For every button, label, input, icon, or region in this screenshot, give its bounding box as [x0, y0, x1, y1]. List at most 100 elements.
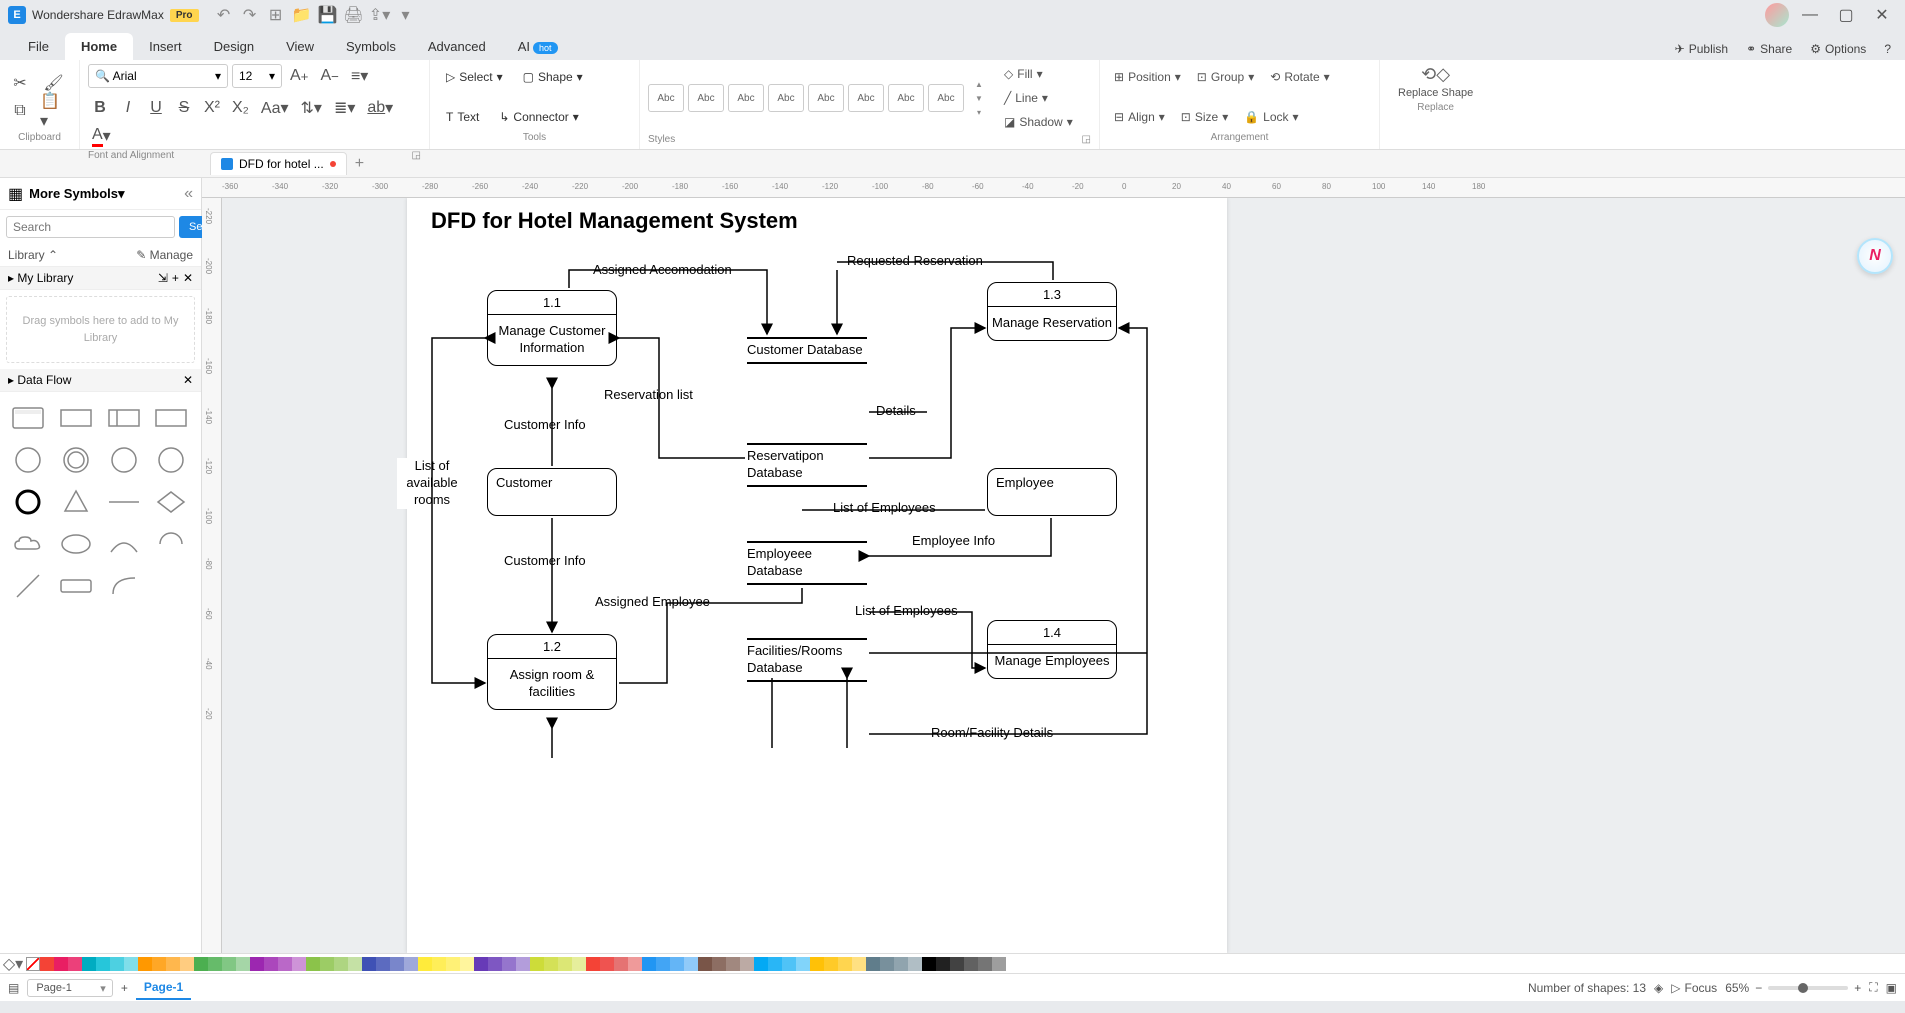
lock-button[interactable]: 🔒 Lock ▾	[1238, 107, 1304, 127]
color-swatch[interactable]	[152, 957, 166, 971]
color-swatch[interactable]	[740, 957, 754, 971]
library-dropzone[interactable]: Drag symbols here to add to My Library	[6, 296, 195, 363]
color-swatch[interactable]	[698, 957, 712, 971]
style-swatch-7[interactable]: Abc	[888, 84, 924, 112]
help-button[interactable]: ?	[1878, 38, 1897, 60]
color-swatch[interactable]	[404, 957, 418, 971]
line-spacing-button[interactable]: ⇅▾	[297, 96, 326, 120]
shape-external[interactable]	[151, 400, 191, 436]
color-swatch[interactable]	[362, 957, 376, 971]
shape-arc[interactable]	[104, 526, 144, 562]
color-swatch[interactable]	[754, 957, 768, 971]
close-dataflow-icon[interactable]: ✕	[183, 373, 193, 387]
superscript-button[interactable]: X²	[200, 96, 224, 120]
add-page-button[interactable]: +	[121, 981, 128, 995]
line-button[interactable]: ╱ Line ▾	[998, 88, 1079, 108]
color-swatch[interactable]	[614, 957, 628, 971]
text-tool[interactable]: T Text	[438, 106, 487, 128]
increase-font-button[interactable]: A+	[286, 64, 312, 88]
group-button[interactable]: ⊡ Group ▾	[1191, 67, 1260, 87]
color-swatch[interactable]	[796, 957, 810, 971]
color-swatch[interactable]	[432, 957, 446, 971]
tab-design[interactable]: Design	[198, 33, 270, 60]
my-library-section[interactable]: ▸ My Library ⇲ + ✕	[0, 267, 201, 290]
style-swatch-2[interactable]: Abc	[688, 84, 724, 112]
style-swatch-6[interactable]: Abc	[848, 84, 884, 112]
data-flow-section[interactable]: ▸ Data Flow ✕	[0, 369, 201, 392]
datastore-facilities[interactable]: Facilities/Rooms Database	[747, 643, 867, 677]
color-swatch[interactable]	[824, 957, 838, 971]
color-swatch[interactable]	[222, 957, 236, 971]
select-tool[interactable]: ▷ Select ▾	[438, 66, 511, 88]
strike-button[interactable]: S	[172, 96, 196, 120]
process-1-1[interactable]: 1.1 Manage Customer Information	[487, 290, 617, 366]
color-swatch[interactable]	[712, 957, 726, 971]
label-room-details[interactable]: Room/Facility Details	[929, 725, 1055, 740]
copy-button[interactable]: ⧉	[8, 99, 32, 123]
user-avatar[interactable]	[1765, 3, 1789, 27]
color-swatch[interactable]	[586, 957, 600, 971]
label-customer-info-2[interactable]: Customer Info	[502, 553, 588, 568]
color-swatch[interactable]	[964, 957, 978, 971]
color-swatch[interactable]	[880, 957, 894, 971]
color-swatch[interactable]	[922, 957, 936, 971]
color-swatch[interactable]	[936, 957, 950, 971]
shape-rect[interactable]	[56, 400, 96, 436]
color-swatch[interactable]	[992, 957, 1006, 971]
color-swatch[interactable]	[208, 957, 222, 971]
tab-ai[interactable]: AIhot	[502, 33, 574, 60]
active-page-tab[interactable]: Page-1	[136, 976, 191, 1000]
label-assigned-accomodation[interactable]: Assigned Accomodation	[591, 262, 734, 277]
export-lib-icon[interactable]: ⇲	[158, 271, 168, 285]
canvas[interactable]: DFD for Hotel Management System 1.1 Mana…	[222, 198, 1905, 953]
shape-circle3[interactable]	[151, 442, 191, 478]
label-details[interactable]: Details	[874, 403, 918, 418]
shape-circle1[interactable]	[8, 442, 48, 478]
color-swatch[interactable]	[866, 957, 880, 971]
publish-button[interactable]: ✈ Publish	[1669, 38, 1734, 60]
color-swatch[interactable]	[488, 957, 502, 971]
diagram-title[interactable]: DFD for Hotel Management System	[431, 208, 798, 234]
label-customer-info-1[interactable]: Customer Info	[502, 417, 588, 432]
add-lib-icon[interactable]: +	[172, 271, 179, 285]
color-swatch[interactable]	[572, 957, 586, 971]
options-button[interactable]: ⚙ Options	[1804, 38, 1872, 60]
save-button[interactable]: 💾	[317, 4, 339, 26]
color-swatch[interactable]	[810, 957, 824, 971]
align-button[interactable]: ⊟ Align ▾	[1108, 107, 1171, 127]
shape-state[interactable]	[8, 484, 48, 520]
document-tab[interactable]: DFD for hotel ...	[210, 152, 347, 175]
color-swatch[interactable]	[54, 957, 68, 971]
fill-picker-icon[interactable]: ◇▾	[4, 956, 22, 972]
shape-triangle[interactable]	[56, 484, 96, 520]
italic-button[interactable]: I	[116, 96, 140, 120]
rotate-button[interactable]: ⟲ Rotate ▾	[1264, 67, 1335, 87]
font-name-select[interactable]: 🔍 Arial▾	[88, 64, 228, 88]
layers-button[interactable]: ◈	[1654, 981, 1663, 995]
new-button[interactable]: ⊞	[265, 4, 287, 26]
color-swatch[interactable]	[68, 957, 82, 971]
color-swatch[interactable]	[642, 957, 656, 971]
case-button[interactable]: Aa▾	[257, 96, 293, 120]
symbol-search-input[interactable]	[6, 216, 175, 238]
focus-button[interactable]: ▷ Focus	[1671, 981, 1717, 995]
color-swatch[interactable]	[264, 957, 278, 971]
style-swatch-3[interactable]: Abc	[728, 84, 764, 112]
more-symbols-label[interactable]: More Symbols▾	[29, 186, 178, 202]
label-requested-reservation[interactable]: Requested Reservation	[845, 253, 985, 268]
shadow-button[interactable]: ◪ Shadow ▾	[998, 112, 1079, 132]
color-swatch[interactable]	[250, 957, 264, 971]
tab-file[interactable]: File	[12, 33, 65, 60]
tab-advanced[interactable]: Advanced	[412, 33, 502, 60]
bold-button[interactable]: B	[88, 96, 112, 120]
color-swatch[interactable]	[908, 957, 922, 971]
manage-library-button[interactable]: ✎ Manage	[136, 248, 193, 262]
font-dialog-icon[interactable]: ◲	[412, 150, 421, 161]
color-swatch[interactable]	[628, 957, 642, 971]
add-document-button[interactable]: +	[347, 151, 372, 177]
undo-button[interactable]: ↶	[213, 4, 235, 26]
no-fill-swatch[interactable]	[26, 957, 40, 971]
color-swatch[interactable]	[236, 957, 250, 971]
cut-button[interactable]: ✂	[8, 71, 32, 95]
color-swatch[interactable]	[502, 957, 516, 971]
